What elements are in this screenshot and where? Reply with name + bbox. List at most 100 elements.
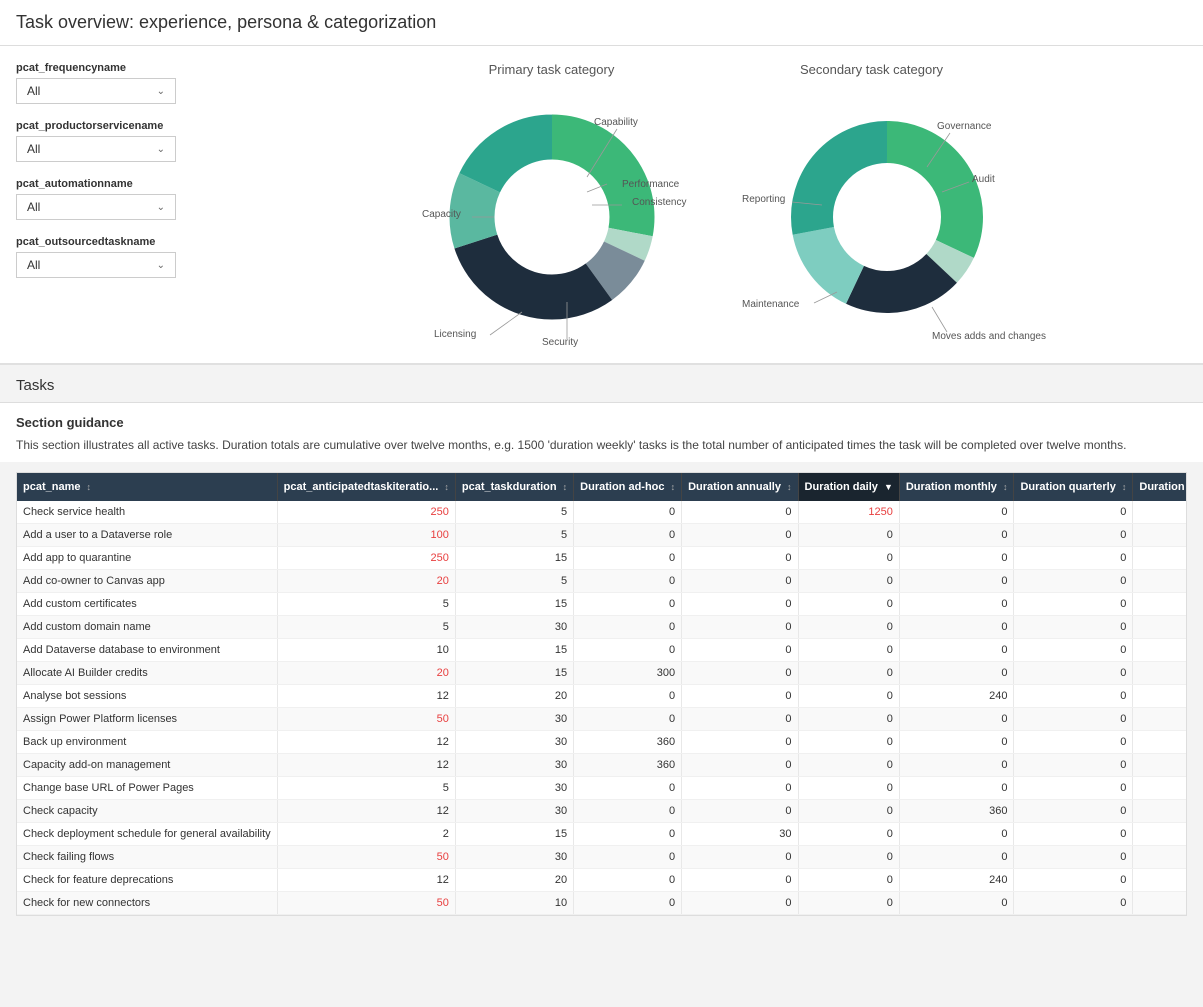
- table-row: Change base URL of Power Pages5300000000: [17, 777, 1187, 800]
- cell-9-7: 0: [1014, 708, 1133, 731]
- table-row: Check service health250500125000021: [17, 501, 1187, 524]
- page-title: Task overview: experience, persona & cat…: [0, 0, 1203, 46]
- cell-13-3: 0: [574, 800, 682, 823]
- th-pcat_name[interactable]: pcat_name ↕: [17, 473, 277, 501]
- sort-icon-duration_adhoc: ↕: [671, 482, 676, 492]
- secondary-chart: Audit Governance Reporting Maintenance M…: [732, 87, 1012, 347]
- cell-6-4: 0: [682, 639, 798, 662]
- th-pcat_anticipatedtaskiteration[interactable]: pcat_anticipatedtaskiteratio... ↕: [277, 473, 455, 501]
- filter-dropdown-3[interactable]: All ⌄: [16, 252, 176, 278]
- cell-11-3: 360: [574, 754, 682, 777]
- cell-3-5: 0: [798, 570, 899, 593]
- cell-7-6: 0: [899, 662, 1014, 685]
- cell-0-2: 5: [455, 501, 573, 524]
- cell-7-1: 20: [277, 662, 455, 685]
- filter-dropdown-0[interactable]: All ⌄: [16, 78, 176, 104]
- cell-3-2: 5: [455, 570, 573, 593]
- th-duration_weekly[interactable]: Duration weekly ↕: [1133, 473, 1187, 501]
- table-row: Add custom certificates5150000000: [17, 593, 1187, 616]
- th-duration_monthly[interactable]: Duration monthly ↕: [899, 473, 1014, 501]
- primary-label-consistency: Consistency: [632, 197, 686, 208]
- cell-17-1: 50: [277, 892, 455, 915]
- cell-17-4: 0: [682, 892, 798, 915]
- cell-5-4: 0: [682, 616, 798, 639]
- chevron-down-icon-2: ⌄: [157, 202, 165, 213]
- cell-6-2: 15: [455, 639, 573, 662]
- filter-dropdown-1[interactable]: All ⌄: [16, 136, 176, 162]
- cell-5-6: 0: [899, 616, 1014, 639]
- cell-0-7: 0: [1014, 501, 1133, 524]
- cell-15-5: 0: [798, 846, 899, 869]
- cell-12-6: 0: [899, 777, 1014, 800]
- table-row: Analyse bot sessions1220000240004: [17, 685, 1187, 708]
- filter-label-3: pcat_outsourcedtaskname: [16, 236, 216, 248]
- cell-13-0: Check capacity: [17, 800, 277, 823]
- primary-label-licensing2: Licensing: [434, 329, 476, 340]
- table-row: Add app to quarantine2501500000063: [17, 547, 1187, 570]
- cell-17-6: 0: [899, 892, 1014, 915]
- cell-4-2: 15: [455, 593, 573, 616]
- cell-17-7: 0: [1014, 892, 1133, 915]
- cell-17-0: Check for new connectors: [17, 892, 277, 915]
- th-duration_quarterly[interactable]: Duration quarterly ↕: [1014, 473, 1133, 501]
- table-header: pcat_name ↕pcat_anticipatedtaskiteratio.…: [17, 473, 1187, 501]
- table-row: Add co-owner to Canvas app2050000002: [17, 570, 1187, 593]
- filter-dropdown-2[interactable]: All ⌄: [16, 194, 176, 220]
- cell-11-0: Capacity add-on management: [17, 754, 277, 777]
- cell-5-5: 0: [798, 616, 899, 639]
- sort-icon-pcat_taskduration: ↕: [563, 482, 568, 492]
- cell-2-7: 0: [1014, 547, 1133, 570]
- chevron-down-icon-0: ⌄: [157, 86, 165, 97]
- cell-12-3: 0: [574, 777, 682, 800]
- cell-15-6: 0: [899, 846, 1014, 869]
- cell-0-4: 0: [682, 501, 798, 524]
- cell-5-0: Add custom domain name: [17, 616, 277, 639]
- cell-11-5: 0: [798, 754, 899, 777]
- th-pcat_taskduration[interactable]: pcat_taskduration ↕: [455, 473, 573, 501]
- sort-icon-duration_quarterly: ↕: [1122, 482, 1127, 492]
- cell-15-8: 1500: [1133, 846, 1187, 869]
- sort-icon-duration_annually: ↕: [787, 482, 792, 492]
- cell-6-6: 0: [899, 639, 1014, 662]
- cell-11-6: 0: [899, 754, 1014, 777]
- cell-5-3: 0: [574, 616, 682, 639]
- cell-0-5: 1250: [798, 501, 899, 524]
- cell-3-3: 0: [574, 570, 682, 593]
- secondary-label-maintenance: Maintenance: [742, 299, 800, 310]
- th-duration_daily[interactable]: Duration daily ▼: [798, 473, 899, 501]
- cell-1-3: 0: [574, 524, 682, 547]
- guidance-text: This section illustrates all active task…: [16, 436, 1187, 454]
- secondary-label-reporting: Reporting: [742, 194, 785, 205]
- cell-9-5: 0: [798, 708, 899, 731]
- table-row: Add Dataverse database to environment101…: [17, 639, 1187, 662]
- filter-value-1: All: [27, 142, 40, 156]
- cell-1-4: 0: [682, 524, 798, 547]
- tasks-section-header: Tasks: [0, 369, 1203, 403]
- table-wrapper: pcat_name ↕pcat_anticipatedtaskiteratio.…: [16, 472, 1187, 916]
- cell-5-8: 0: [1133, 616, 1187, 639]
- cell-10-0: Back up environment: [17, 731, 277, 754]
- cell-8-2: 20: [455, 685, 573, 708]
- cell-13-5: 0: [798, 800, 899, 823]
- table-row: Check capacity1230000360006: [17, 800, 1187, 823]
- cell-7-4: 0: [682, 662, 798, 685]
- table-row: Assign Power Platform licenses5030000001…: [17, 708, 1187, 731]
- cell-14-2: 15: [455, 823, 573, 846]
- cell-2-4: 0: [682, 547, 798, 570]
- cell-16-5: 0: [798, 869, 899, 892]
- primary-label-security: Security: [542, 337, 578, 347]
- cell-16-0: Check for feature deprecations: [17, 869, 277, 892]
- cell-4-1: 5: [277, 593, 455, 616]
- cell-11-4: 0: [682, 754, 798, 777]
- th-duration_annually[interactable]: Duration annually ↕: [682, 473, 798, 501]
- cell-10-5: 0: [798, 731, 899, 754]
- cell-16-6: 240: [899, 869, 1014, 892]
- th-duration_adhoc[interactable]: Duration ad-hoc ↕: [574, 473, 682, 501]
- cell-2-5: 0: [798, 547, 899, 570]
- cell-12-2: 30: [455, 777, 573, 800]
- cell-1-0: Add a user to a Dataverse role: [17, 524, 277, 547]
- filter-value-3: All: [27, 258, 40, 272]
- cell-6-3: 0: [574, 639, 682, 662]
- cell-9-6: 0: [899, 708, 1014, 731]
- cell-9-4: 0: [682, 708, 798, 731]
